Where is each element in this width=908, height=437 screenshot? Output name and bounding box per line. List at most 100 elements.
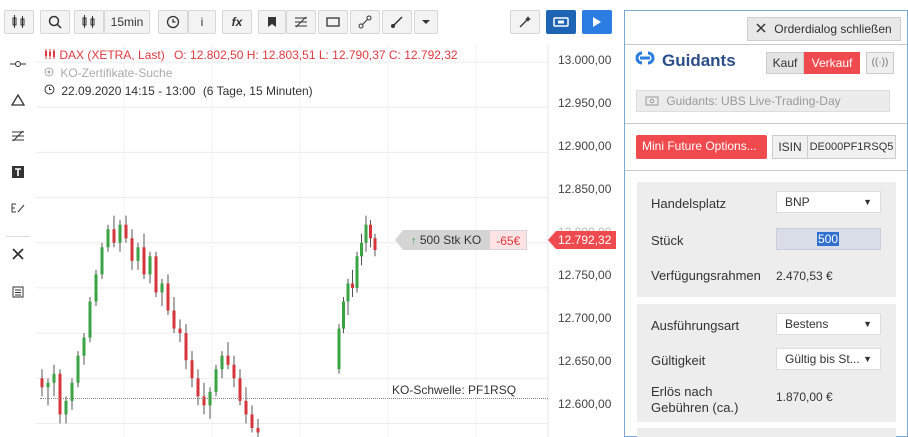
- current-price-marker: 12.792,32: [548, 231, 616, 249]
- timestamp: 22.09.2020 14:15 - 13:00: [61, 84, 196, 98]
- candle-down: [40, 378, 44, 388]
- validity-value: Gültig bis St...: [785, 352, 860, 366]
- search-icon[interactable]: [40, 10, 70, 34]
- product-select-button[interactable]: Mini Future Options...: [636, 135, 767, 159]
- candle-down: [142, 247, 146, 275]
- drawing-rail: [0, 44, 36, 437]
- bookmark-icon[interactable]: [258, 10, 286, 34]
- info-button[interactable]: i: [188, 10, 216, 34]
- chevron-down-icon: ▼: [863, 197, 872, 207]
- proceeds-label-line1: Erlös nach: [651, 384, 713, 399]
- execution-select[interactable]: Bestens ▼: [776, 313, 881, 335]
- more-tools-chevron-down-icon[interactable]: [414, 10, 438, 34]
- chart-legend: DAX (XETRA, Last) O: 12.802,50 H: 12.803…: [44, 46, 458, 100]
- price-axis-label: 13.000,00: [558, 53, 612, 67]
- candle-down: [351, 283, 354, 288]
- candle-down: [244, 400, 248, 415]
- position-tag[interactable]: ↑ 500 Stk KO -65€: [395, 230, 528, 250]
- text-tool-icon[interactable]: [8, 162, 28, 182]
- tools-icon[interactable]: [8, 244, 28, 264]
- funds-label: Verfügungsrahmen: [651, 268, 761, 283]
- instrument-name: DAX (XETRA, Last): [59, 48, 165, 62]
- venue-select[interactable]: BNP ▼: [776, 191, 881, 213]
- ko-threshold-label: KO-Schwelle: PF1RSQ: [392, 383, 517, 397]
- validity-select[interactable]: Gültig bis St... ▼: [776, 348, 881, 370]
- candle-down: [184, 333, 188, 361]
- indicator-button[interactable]: fx: [222, 10, 252, 34]
- position-label[interactable]: ↑ 500 Stk KO: [395, 230, 490, 250]
- candle-down: [178, 328, 182, 334]
- ko-search-line[interactable]: KO-Zertifikate-Suche: [44, 64, 458, 82]
- panel-divider: [625, 44, 907, 45]
- candle-down: [112, 229, 116, 243]
- candle-down: [250, 414, 254, 428]
- ko-threshold-line: [40, 398, 548, 399]
- candle-up: [52, 373, 56, 383]
- candle-down: [154, 256, 158, 293]
- quantity-input[interactable]: 500: [776, 228, 881, 250]
- candle-down: [369, 224, 372, 239]
- instrument-line: DAX (XETRA, Last) O: 12.802,50 H: 12.803…: [44, 46, 458, 64]
- play-icon[interactable]: [582, 10, 612, 34]
- time-range: (6 Tage, 15 Minuten): [202, 84, 313, 98]
- pattern-icon[interactable]: [350, 10, 380, 34]
- candle-down: [373, 238, 377, 250]
- candle-up: [214, 369, 218, 392]
- rectangle-icon[interactable]: [318, 10, 348, 34]
- candle-down: [190, 360, 194, 379]
- account-select[interactable]: Guidants: UBS Live-Trading-Day: [636, 90, 890, 112]
- rail-divider: [6, 236, 30, 237]
- close-order-dialog-button[interactable]: Orderdialog schließen: [747, 17, 901, 41]
- isin-value[interactable]: DE000PF1RSQ5: [808, 135, 896, 159]
- candle-down: [130, 238, 134, 261]
- signal-icon[interactable]: ((·)): [866, 52, 894, 74]
- edit-line-icon[interactable]: [8, 198, 28, 218]
- account-icon: [645, 92, 659, 112]
- chevron-down-icon: ▼: [863, 354, 872, 364]
- interval-button[interactable]: 15min: [104, 10, 150, 34]
- candle-down: [232, 364, 236, 379]
- candle-up: [337, 328, 341, 370]
- validity-label: Gültigkeit: [651, 353, 706, 368]
- position-size: 500 Stk KO: [419, 233, 482, 247]
- timestamp-line: 22.09.2020 14:15 - 13:00 (6 Tage, 15 Min…: [44, 82, 458, 100]
- price-axis-label: 12.650,00: [558, 354, 612, 368]
- brand-name: Guidants: [662, 50, 736, 70]
- quantity-label: Stück: [651, 233, 684, 248]
- isin-button[interactable]: ISIN: [772, 135, 808, 159]
- candle-up: [355, 256, 359, 288]
- candle-down: [226, 355, 230, 365]
- ohlc-values: O: 12.802,50 H: 12.803,51 L: 12.790,37 C…: [174, 48, 458, 62]
- position-pl: -65€: [489, 230, 528, 250]
- chart-type-icon[interactable]: [4, 10, 34, 34]
- quantity-value: 500: [817, 232, 840, 246]
- candle-up: [94, 274, 98, 302]
- compare-chart-icon[interactable]: [74, 10, 104, 34]
- candlestick-chart[interactable]: [36, 44, 620, 437]
- candle-up: [76, 355, 80, 383]
- drawing-tools-icon[interactable]: [286, 10, 316, 34]
- clock-icon[interactable]: [158, 10, 188, 34]
- panel-divider: [625, 170, 907, 171]
- magic-icon[interactable]: [510, 10, 540, 34]
- trade-panel-icon[interactable]: [546, 10, 576, 34]
- candle-up: [160, 283, 164, 293]
- price-chart[interactable]: [36, 44, 620, 437]
- candle-up: [100, 247, 104, 275]
- candle-up: [46, 382, 50, 388]
- funds-value: 2.470,53 €: [776, 269, 833, 283]
- list-icon[interactable]: [8, 282, 28, 302]
- candle-down: [58, 373, 62, 415]
- candle-down: [196, 378, 200, 397]
- ko-search-link[interactable]: KO-Zertifikate-Suche: [60, 66, 172, 80]
- buy-button[interactable]: Kauf: [766, 52, 804, 74]
- triangle-icon[interactable]: [8, 90, 28, 110]
- sell-button[interactable]: Verkauf: [804, 52, 860, 74]
- candle-up: [82, 337, 86, 356]
- candle-up: [148, 256, 152, 275]
- fibonacci-icon[interactable]: [8, 126, 28, 146]
- price-axis-label: 12.950,00: [558, 96, 612, 110]
- brush-icon[interactable]: [382, 10, 412, 34]
- crosshair-line-icon[interactable]: [8, 54, 28, 74]
- candle-down: [166, 283, 170, 311]
